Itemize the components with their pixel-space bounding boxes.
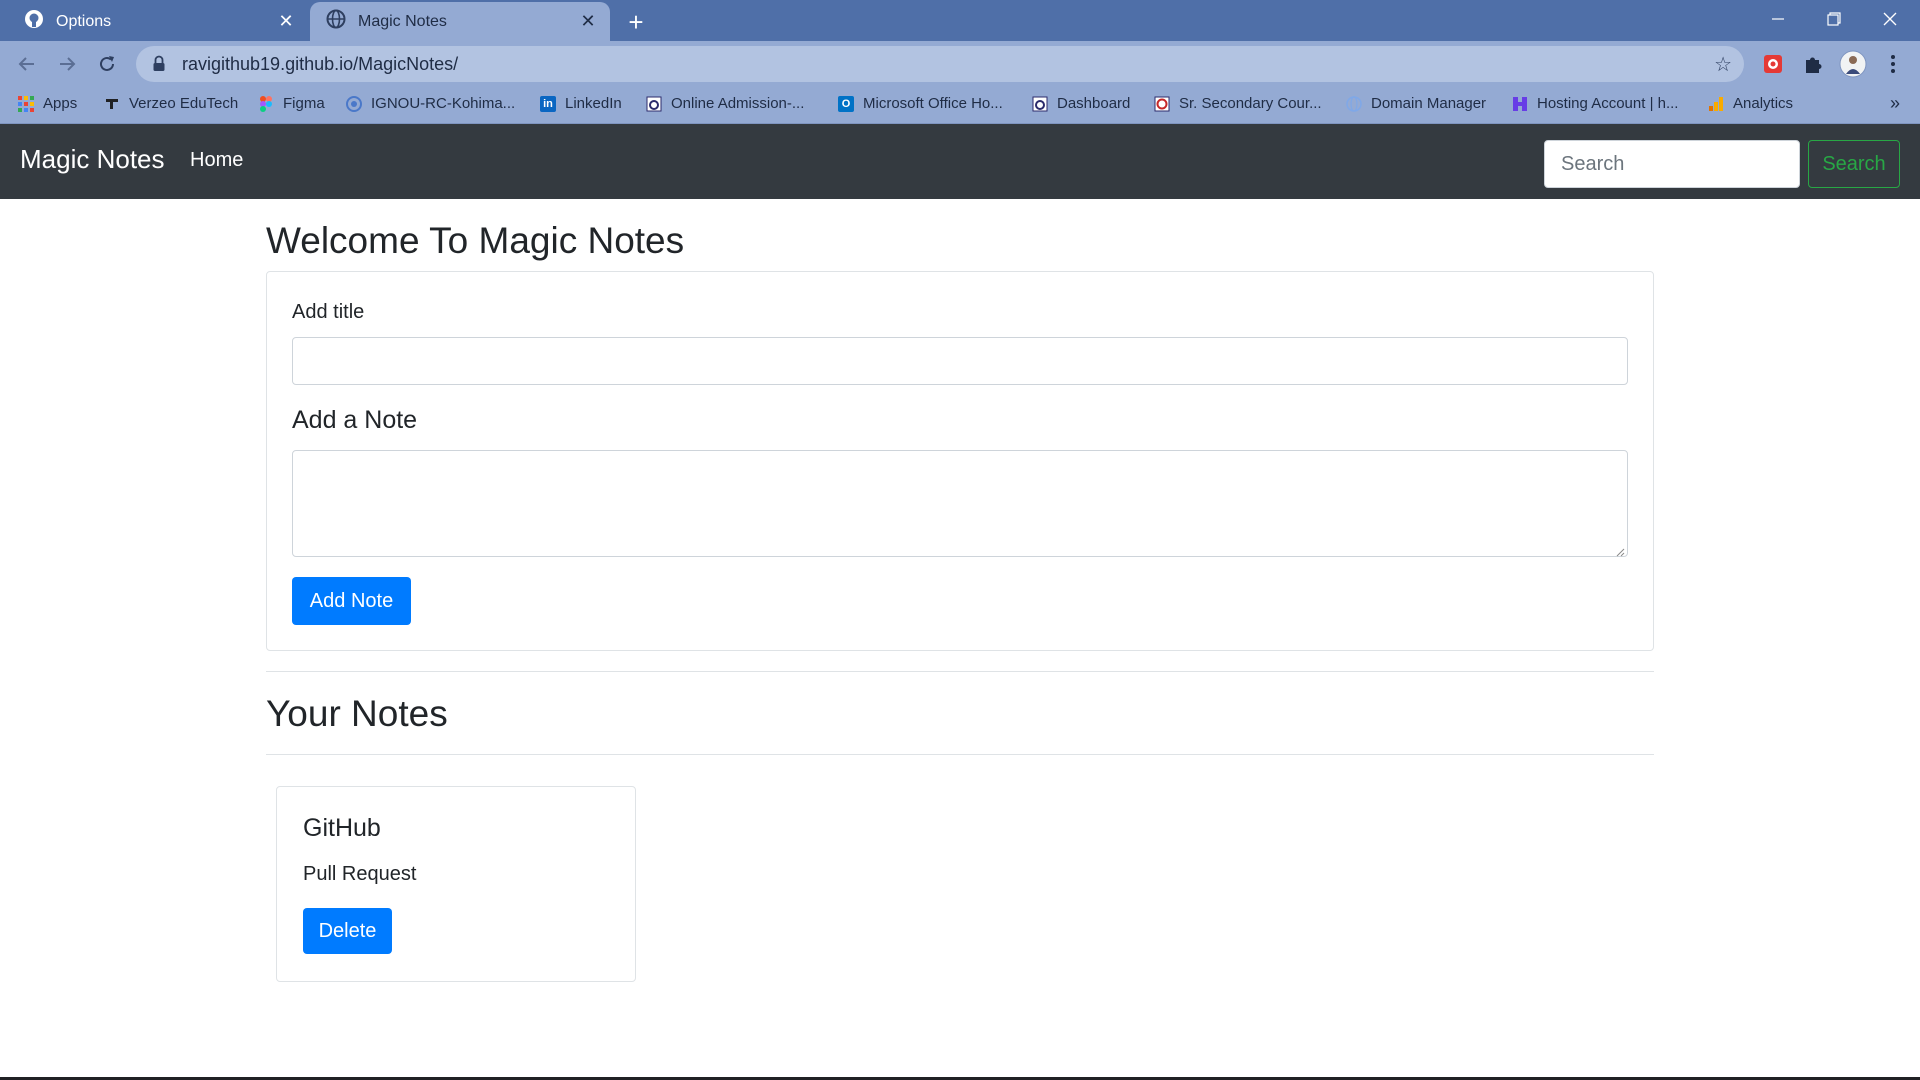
ignou-seal-icon [1032, 96, 1048, 112]
bookmark-label: Figma [283, 95, 325, 112]
bookmark-microsoft-office[interactable]: O Microsoft Office Ho... [838, 95, 1003, 112]
bookmark-label: IGNOU-RC-Kohima... [371, 95, 516, 112]
ignou-seal-icon [646, 96, 662, 112]
back-icon[interactable] [12, 49, 42, 79]
lock-icon [152, 55, 166, 73]
note-label: Add a Note [292, 406, 418, 434]
ignou-icon [346, 95, 362, 112]
bookmark-ignou-kohima[interactable]: IGNOU-RC-Kohima... [346, 95, 515, 112]
bookmark-figma[interactable]: Figma [258, 95, 325, 112]
reload-icon[interactable] [92, 49, 122, 79]
browser-toolbar: ravigithub19.github.io/MagicNotes/ ☆ [0, 41, 1920, 87]
restore-window-icon[interactable] [1806, 0, 1862, 38]
profile-avatar-icon[interactable] [1838, 49, 1868, 79]
bookmark-domain-manager[interactable]: Domain Manager [1346, 95, 1486, 112]
delete-note-button[interactable]: Delete [303, 908, 392, 954]
tab-options[interactable]: Options ✕ [8, 2, 308, 41]
tab-title: Options [56, 12, 112, 30]
bookmark-sr-secondary[interactable]: Sr. Secondary Cour... [1154, 95, 1322, 112]
note-card: GitHub Pull Request Delete [276, 786, 636, 982]
bookmark-verzeo[interactable]: Verzeo EduTech [104, 95, 238, 112]
bookmark-label: Verzeo EduTech [129, 95, 239, 112]
add-note-button[interactable]: Add Note [292, 577, 411, 625]
bookmark-online-admission[interactable]: Online Admission-... [646, 95, 804, 112]
minimize-window-icon[interactable] [1750, 0, 1806, 38]
bookmark-label: Domain Manager [1371, 95, 1487, 112]
bookmark-linkedin[interactable]: in LinkedIn [540, 95, 622, 112]
address-bar[interactable]: ravigithub19.github.io/MagicNotes/ ☆ [136, 46, 1744, 82]
analytics-icon [1708, 96, 1724, 112]
navbar-brand[interactable]: Magic Notes [20, 144, 165, 175]
bookmark-label: Dashboard [1057, 95, 1131, 112]
extension-red-icon[interactable] [1758, 49, 1788, 79]
linkedin-icon: in [540, 95, 556, 112]
extensions-puzzle-icon[interactable] [1798, 49, 1828, 79]
tab-title: Magic Notes [358, 12, 447, 30]
title-label: Add title [292, 301, 365, 323]
bookmark-hosting-account[interactable]: Hosting Account | h... [1512, 95, 1678, 112]
note-title: GitHub [303, 814, 381, 842]
bookmark-apps[interactable]: Apps [18, 95, 77, 112]
search-button[interactable]: Search [1808, 140, 1900, 188]
bookmark-label: Sr. Secondary Cour... [1179, 95, 1322, 112]
verzeo-icon [104, 96, 120, 112]
divider [266, 754, 1654, 755]
globe-icon [326, 9, 346, 34]
resize-grip-icon[interactable] [1615, 544, 1625, 557]
bookmark-dashboard[interactable]: Dashboard [1032, 95, 1130, 112]
bookmark-label: Microsoft Office Ho... [863, 95, 1003, 112]
url-text: ravigithub19.github.io/MagicNotes/ [182, 53, 459, 74]
new-tab-button[interactable]: + [622, 7, 650, 37]
outlook-icon: O [838, 95, 854, 112]
search-input[interactable] [1544, 140, 1800, 188]
github-icon [24, 9, 44, 34]
bookmark-label: Hosting Account | h... [1537, 95, 1679, 112]
note-text: Pull Request [303, 863, 417, 885]
hostinger-icon [1512, 96, 1528, 112]
close-window-icon[interactable] [1862, 0, 1918, 38]
notes-heading: Your Notes [266, 693, 448, 734]
figma-icon [258, 95, 274, 112]
bookmark-label: LinkedIn [565, 95, 622, 112]
bookmark-analytics[interactable]: Analytics [1708, 95, 1793, 112]
browser-menu-icon[interactable] [1878, 49, 1908, 79]
site-navbar: Magic Notes Home Search [0, 124, 1920, 199]
bookmark-label: Apps [43, 95, 78, 112]
note-textarea[interactable] [292, 450, 1628, 557]
more-bookmarks-chevron-icon[interactable]: » [1890, 93, 1900, 114]
bookmark-label: Online Admission-... [671, 95, 805, 112]
close-tab-icon[interactable]: ✕ [578, 11, 598, 32]
nios-icon [1154, 96, 1170, 112]
tab-magic-notes[interactable]: Magic Notes ✕ [310, 2, 610, 41]
bookmark-star-icon[interactable]: ☆ [1714, 52, 1732, 77]
apps-grid-icon [18, 95, 34, 112]
bookmark-label: Analytics [1733, 95, 1794, 112]
browser-tabstrip: Options ✕ Magic Notes ✕ + [0, 0, 1920, 41]
forward-icon[interactable] [52, 49, 82, 79]
bookmarks-bar: Apps Verzeo EduTech Figma IGNOU-RC-Kohim… [0, 87, 1920, 124]
divider [266, 671, 1654, 672]
page-title: Welcome To Magic Notes [266, 220, 685, 261]
close-tab-icon[interactable]: ✕ [276, 11, 296, 32]
globe-icon [1346, 95, 1362, 112]
title-input[interactable] [292, 337, 1628, 385]
nav-link-home[interactable]: Home [190, 149, 243, 172]
